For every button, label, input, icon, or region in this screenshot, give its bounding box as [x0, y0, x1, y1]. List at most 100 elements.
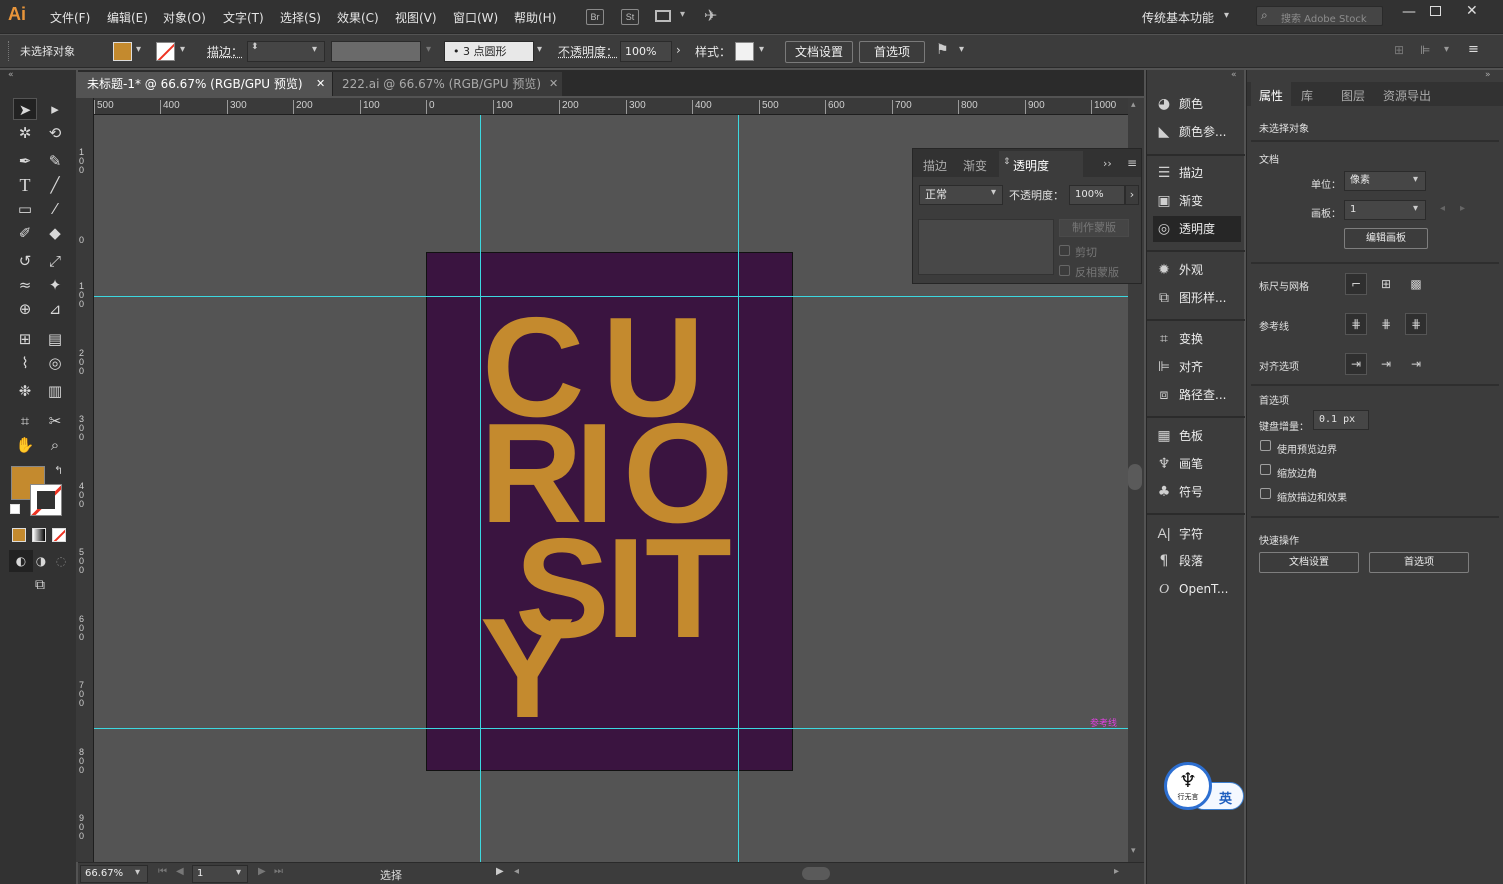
menu-object[interactable]: 对象(O): [163, 9, 206, 26]
next-artboard-icon[interactable]: ▶: [258, 866, 266, 877]
first-artboard-icon[interactable]: ⏮: [158, 866, 167, 877]
chevron-down-icon[interactable]: ▾: [1444, 44, 1449, 55]
gradient-tool-icon[interactable]: ▤: [43, 328, 67, 350]
preferences-button[interactable]: 首选项: [1369, 552, 1469, 573]
artboard-tool-icon[interactable]: ⌗: [13, 410, 37, 432]
chevron-right-icon[interactable]: ›: [676, 43, 681, 57]
none-mode-icon[interactable]: [52, 528, 66, 542]
tab-transparency[interactable]: 透明度: [1013, 157, 1049, 174]
document-tab[interactable]: 222.ai @ 66.67% (RGB/GPU 预览) ✕: [332, 72, 562, 96]
panel-menu-icon[interactable]: ≡: [1468, 42, 1479, 57]
collapse-icon[interactable]: «: [1231, 70, 1237, 80]
document-tab-active[interactable]: 未标题-1* @ 66.67% (RGB/GPU 预览) ✕: [78, 72, 332, 96]
smart-guides-icon[interactable]: ⋕: [1405, 313, 1427, 335]
scroll-up-icon[interactable]: ▴: [1131, 100, 1136, 110]
panel-gradient[interactable]: ▣ 渐变: [1153, 188, 1241, 214]
scale-strokes-checkbox[interactable]: [1260, 488, 1271, 499]
bridge-button[interactable]: Br: [586, 9, 604, 25]
puppet-warp-icon[interactable]: ⚑: [936, 42, 949, 58]
selection-tool-icon[interactable]: ➤: [13, 98, 37, 120]
chevron-down-icon[interactable]: ▾: [180, 44, 185, 55]
prev-artboard-icon[interactable]: ◂: [1440, 203, 1445, 214]
panel-symbols[interactable]: ♣ 符号: [1153, 479, 1241, 505]
lasso-icon[interactable]: ⟲: [43, 122, 67, 144]
chevron-down-icon[interactable]: ▾: [537, 44, 542, 55]
chevron-down-icon[interactable]: ▾: [135, 867, 140, 878]
gpu-performance-icon[interactable]: ✈: [704, 6, 717, 25]
fill-swatch[interactable]: [113, 42, 132, 61]
tab-libraries[interactable]: 库: [1301, 87, 1313, 104]
swap-fill-stroke-icon[interactable]: ↰: [54, 464, 63, 477]
column-graph-icon[interactable]: ▥: [43, 380, 67, 402]
document-setup-button[interactable]: 文档设置: [785, 41, 853, 63]
expand-icon[interactable]: ››: [1103, 157, 1112, 170]
rotate-tool-icon[interactable]: ↺: [13, 250, 37, 272]
pen-tool-icon[interactable]: ✒: [13, 150, 37, 172]
mesh-tool-icon[interactable]: ⊞: [13, 328, 37, 350]
scale-corners-checkbox[interactable]: [1260, 464, 1271, 475]
close-icon[interactable]: ✕: [1466, 3, 1478, 19]
panel-brushes[interactable]: ♆ 画笔: [1153, 451, 1241, 477]
width-tool-icon[interactable]: ≈: [13, 274, 37, 296]
guides-icon[interactable]: ⋕: [1345, 313, 1367, 335]
eyedropper-icon[interactable]: ⌇: [13, 352, 37, 374]
invert-mask-checkbox[interactable]: [1059, 265, 1070, 276]
curvature-tool-icon[interactable]: ✎: [43, 150, 67, 172]
gradient-mode-icon[interactable]: [32, 528, 46, 542]
hand-tool-icon[interactable]: ✋: [13, 434, 37, 456]
clip-checkbox[interactable]: [1059, 245, 1070, 256]
stock-search-field[interactable]: ⌕ 搜索 Adobe Stock: [1256, 6, 1383, 26]
panel-paragraph[interactable]: ¶ 段落: [1153, 548, 1241, 574]
collapse-icon[interactable]: «: [8, 70, 14, 80]
brush-definition[interactable]: • 3 点圆形: [444, 41, 534, 62]
snap-to-pixel-icon[interactable]: ⇥: [1375, 353, 1397, 375]
snap-to-glyph-icon[interactable]: ⇥: [1405, 353, 1427, 375]
screen-mode-icon[interactable]: ⧉: [28, 574, 52, 596]
scroll-thumb[interactable]: [1128, 464, 1142, 490]
guide-line[interactable]: [94, 728, 1128, 729]
panel-transparency[interactable]: ◎ 透明度: [1153, 216, 1241, 242]
panel-swatches[interactable]: ▦ 色板: [1153, 423, 1241, 449]
letter-i[interactable]: I: [606, 518, 645, 660]
menu-file[interactable]: 文件(F): [50, 9, 90, 26]
shape-builder-icon[interactable]: ⊕: [13, 298, 37, 320]
align-icon[interactable]: ⊞: [1394, 43, 1404, 57]
transparency-grid-icon[interactable]: ▩: [1405, 273, 1427, 295]
default-colors-icon[interactable]: [10, 504, 20, 514]
opacity-input[interactable]: 100%: [620, 41, 672, 62]
maximize-icon[interactable]: [1430, 6, 1441, 16]
letter-y[interactable]: Y: [480, 598, 575, 740]
chevron-down-icon[interactable]: ▾: [959, 44, 964, 55]
panel-opentype[interactable]: O OpenT...: [1153, 576, 1241, 602]
guide-line[interactable]: [738, 115, 739, 862]
puppet-warp-tool-icon[interactable]: ✦: [43, 274, 67, 296]
snap-to-point-icon[interactable]: ⇥: [1345, 353, 1367, 375]
horizontal-ruler[interactable]: 500 400 300 200 100 0 100 200 300 400 50…: [94, 98, 1128, 115]
edit-artboards-button[interactable]: 编辑画板: [1344, 228, 1428, 249]
panel-color-guide[interactable]: ◣ 颜色参...: [1153, 119, 1241, 145]
spinner-icon[interactable]: ⬍: [251, 42, 259, 52]
variable-width-profile[interactable]: [331, 41, 421, 62]
vertical-ruler[interactable]: 100 0 100 200 300 400 500 600 700 800 90…: [76, 98, 94, 862]
grid-icon[interactable]: ⊞: [1375, 273, 1397, 295]
tab-gradient[interactable]: 渐变: [963, 157, 987, 174]
menu-type[interactable]: 文字(T): [223, 9, 264, 26]
guide-line[interactable]: [94, 296, 1128, 297]
collapse-icon[interactable]: »: [1485, 70, 1491, 80]
opacity-label[interactable]: 不透明度：: [558, 43, 618, 60]
chevron-down-icon[interactable]: ▾: [136, 44, 141, 55]
draw-inside-icon[interactable]: ◌: [49, 550, 73, 572]
chevron-right-icon[interactable]: ›: [1125, 185, 1139, 205]
symbol-sprayer-icon[interactable]: ❉: [13, 380, 37, 402]
menu-select[interactable]: 选择(S): [280, 9, 321, 26]
menu-effect[interactable]: 效果(C): [337, 9, 379, 26]
zoom-tool-icon[interactable]: ⌕: [43, 434, 67, 456]
scroll-down-icon[interactable]: ▾: [1131, 846, 1136, 856]
chevron-down-icon[interactable]: ▾: [680, 9, 685, 20]
menu-edit[interactable]: 编辑(E): [107, 9, 148, 26]
panel-stroke[interactable]: ☰ 描边: [1153, 160, 1241, 186]
scroll-right-icon[interactable]: ▸: [1114, 866, 1119, 877]
avatar[interactable]: ♆ 行无言: [1164, 762, 1212, 810]
panel-appearance[interactable]: ✹ 外观: [1153, 257, 1241, 283]
opacity-input[interactable]: 100%: [1069, 185, 1125, 205]
